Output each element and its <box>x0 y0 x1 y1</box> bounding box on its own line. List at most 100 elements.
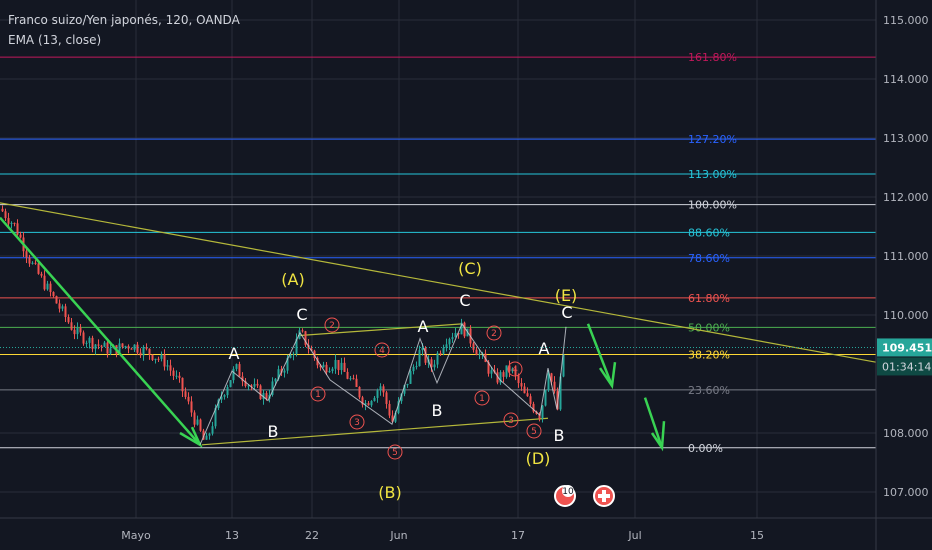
candle-body <box>16 223 19 235</box>
candle-body <box>223 395 226 397</box>
candle-body <box>274 378 277 382</box>
candle-body <box>52 292 55 297</box>
candle-body <box>523 386 526 394</box>
candle-body <box>253 383 256 387</box>
price-tick: 111.000 <box>883 250 929 263</box>
candle-body <box>370 401 373 406</box>
candle-body <box>529 396 532 404</box>
count-label: 2 <box>491 329 497 339</box>
candle-body <box>88 337 91 343</box>
candle-body <box>355 378 358 387</box>
candle-body <box>415 366 418 368</box>
candle-body <box>130 348 133 350</box>
candle-body <box>328 371 331 373</box>
candle-body <box>211 426 214 434</box>
candle-body <box>160 354 163 359</box>
candle-body <box>442 347 445 354</box>
candle-body <box>175 375 178 377</box>
candle-body <box>232 368 235 381</box>
candle-body <box>259 385 262 400</box>
wave-label-minor: B <box>432 401 443 420</box>
candle-body <box>163 354 166 367</box>
candle-body <box>64 306 67 318</box>
candle-body <box>283 370 286 373</box>
candle-body <box>334 359 337 369</box>
price-tick: 108.000 <box>883 427 929 440</box>
candle-body <box>172 370 175 376</box>
candle-body <box>331 368 334 372</box>
event-badge-count: 10 <box>562 487 574 497</box>
candle-body <box>235 364 238 369</box>
candle-body <box>100 345 103 347</box>
candle-body <box>58 303 61 309</box>
candle-body <box>196 419 199 425</box>
candle-body <box>520 383 523 387</box>
candle-body <box>7 218 10 224</box>
candle-body <box>181 377 184 392</box>
candle-body <box>148 348 151 355</box>
candle-body <box>187 396 190 402</box>
candle-body <box>79 327 82 333</box>
fib-label: 0.00% <box>688 442 723 455</box>
fib-label: 88.60% <box>688 226 730 239</box>
candle-body <box>358 386 361 398</box>
wave-label-major: (C) <box>458 259 482 278</box>
wave-label-minor: C <box>459 291 470 310</box>
count-label: 4 <box>512 365 518 375</box>
price-tick: 107.000 <box>883 486 929 499</box>
candle-body <box>82 332 85 344</box>
candle-body <box>505 365 508 377</box>
candle-body <box>502 372 505 377</box>
candle-body <box>61 306 64 309</box>
candle-body <box>85 342 88 344</box>
candle-body <box>94 344 97 349</box>
candle-body <box>4 211 7 219</box>
candle-body <box>142 347 145 356</box>
wave-label-minor: A <box>418 317 429 336</box>
wave-label-minor: A <box>229 344 240 363</box>
candle-body <box>418 350 421 367</box>
candle-body <box>352 378 355 380</box>
candle-body <box>472 343 475 350</box>
candle-body <box>301 330 304 332</box>
candle-body <box>193 412 196 425</box>
candle-body <box>37 263 40 274</box>
candle-body <box>67 317 70 323</box>
candle-body <box>157 358 160 360</box>
candle-body <box>553 381 556 392</box>
candle-body <box>451 337 454 340</box>
candle-body <box>1 208 4 212</box>
candle-body <box>28 257 31 264</box>
candle-body <box>346 371 349 379</box>
wave-label-major: (B) <box>378 483 401 502</box>
fib-label: 38.20% <box>688 349 730 362</box>
candle-body <box>178 375 181 378</box>
candle-body <box>55 296 58 304</box>
candle-body <box>109 348 112 354</box>
price-tick: 113.000 <box>883 132 929 145</box>
price-chart[interactable]: 161.80%127.20%113.00%100.00%88.60%78.60%… <box>0 0 932 550</box>
candle-body <box>292 353 295 355</box>
candle-body <box>205 435 208 440</box>
candle-body <box>349 378 352 380</box>
candle-body <box>169 365 172 371</box>
candle-body <box>184 391 187 397</box>
candle-body <box>382 386 385 393</box>
candle-body <box>376 390 379 398</box>
candle-body <box>208 433 211 436</box>
candle-body <box>490 370 493 374</box>
time-tick: 17 <box>511 529 525 542</box>
candle-body <box>103 342 106 347</box>
candle-body <box>46 283 49 290</box>
candle-body <box>388 403 391 416</box>
time-tick: Mayo <box>121 529 151 542</box>
wave-label-minor: A <box>539 339 550 358</box>
candle-body <box>97 344 100 346</box>
price-tick: 110.000 <box>883 309 929 322</box>
candle-body <box>199 419 202 431</box>
candle-body <box>19 234 22 238</box>
candle-body <box>136 344 139 353</box>
candle-body <box>325 364 328 373</box>
candle-body <box>517 375 520 384</box>
wave-label-major: (A) <box>281 270 304 289</box>
